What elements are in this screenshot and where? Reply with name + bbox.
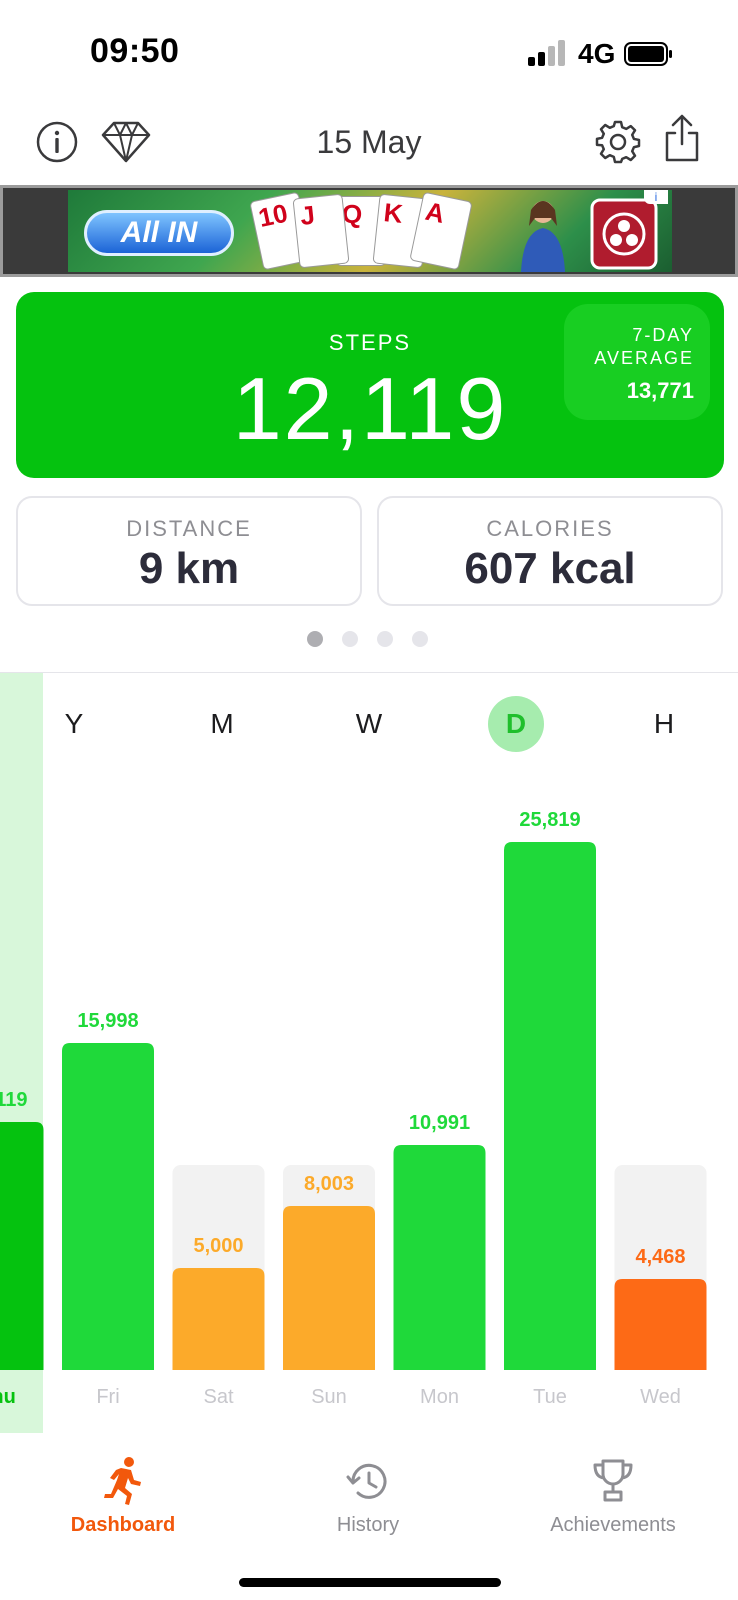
nav-dashboard[interactable]: Dashboard	[23, 1452, 223, 1548]
chart-bar	[614, 1279, 707, 1370]
day-label: Sat	[203, 1386, 233, 1408]
share-button[interactable]	[656, 112, 708, 164]
bar-value-label: 4,468	[635, 1246, 685, 1268]
chart-bar	[62, 1043, 154, 1370]
chart-bar	[172, 1268, 265, 1370]
page-dot[interactable]	[377, 631, 393, 647]
steps-chart[interactable]: 12,119 Thu 15,998 Fri 5,000 Sat 8,003 Sun 10,991…	[0, 673, 738, 1433]
running-person-icon	[104, 1457, 141, 1505]
ad-choices-icon[interactable]: i	[644, 190, 668, 204]
bar-value-label: 25,819	[519, 809, 580, 831]
tab-month[interactable]: M	[194, 696, 250, 752]
distance-card[interactable]: DISTANCE 9 km	[16, 496, 362, 606]
nav-achievements-label: Achievements	[550, 1514, 676, 1536]
chart-bar	[283, 1206, 375, 1370]
calories-value: 607 kcal	[464, 544, 636, 593]
page-dot[interactable]	[412, 631, 428, 647]
day-label: Sun	[311, 1386, 347, 1408]
signal-icon	[528, 40, 568, 66]
page-dot[interactable]	[342, 631, 358, 647]
ad-person-image	[521, 201, 565, 272]
distance-value: 9 km	[138, 544, 240, 593]
nav-history[interactable]: History	[268, 1452, 468, 1548]
day-label: Thu	[0, 1386, 16, 1408]
settings-button[interactable]	[592, 116, 644, 168]
home-indicator	[239, 1578, 501, 1587]
battery-icon	[624, 42, 672, 66]
tab-week[interactable]: W	[341, 696, 397, 752]
bar-value-label: 12,119	[0, 1089, 28, 1111]
nav-history-label: History	[336, 1514, 400, 1536]
ad-app-logo	[590, 198, 658, 270]
chart-bar	[393, 1145, 486, 1370]
nav-dashboard-label: Dashboard	[70, 1514, 176, 1536]
gear-icon	[595, 120, 641, 164]
network-type: 4G	[578, 38, 616, 69]
trophy-icon	[593, 1459, 633, 1502]
calories-label: CALORIES	[486, 516, 614, 541]
average-label-line2: AVERAGE	[594, 348, 694, 368]
distance-label: DISTANCE	[126, 516, 252, 541]
bar-value-label: 8,003	[304, 1173, 354, 1195]
ad-all-in-badge: All IN	[84, 210, 234, 256]
bar-value-label: 15,998	[77, 1010, 138, 1032]
page-dot[interactable]	[307, 631, 323, 647]
chart-bar	[0, 1122, 44, 1370]
day-label: Wed	[640, 1386, 681, 1408]
chart-bar	[504, 842, 596, 1370]
average-label-line1: 7-DAY	[632, 325, 694, 345]
tab-day[interactable]: D	[488, 696, 544, 752]
day-label: Fri	[96, 1386, 119, 1408]
page-indicator	[307, 631, 428, 647]
steps-card[interactable]: STEPS 12,119 7-DAY AVERAGE 13,771	[16, 292, 724, 478]
tab-hour[interactable]: H	[636, 696, 692, 752]
playing-card: J	[292, 193, 350, 269]
history-clock-icon	[346, 1463, 387, 1499]
day-label: Tue	[533, 1386, 567, 1408]
seven-day-average: 7-DAY AVERAGE 13,771	[564, 304, 710, 420]
average-value: 13,771	[626, 378, 694, 403]
bar-value-label: 5,000	[193, 1235, 243, 1257]
average-label: 7-DAY AVERAGE	[594, 324, 694, 370]
day-label: Mon	[420, 1386, 459, 1408]
nav-achievements[interactable]: Achievements	[513, 1452, 713, 1548]
tab-year[interactable]: Y	[46, 696, 102, 752]
calories-card[interactable]: CALORIES 607 kcal	[377, 496, 723, 606]
ad-banner[interactable]: All IN 10 J Q K A i	[0, 185, 738, 277]
steps-bar-chart: 12,119 Thu 15,998 Fri 5,000 Sat 8,003 Sun 10,991…	[0, 809, 707, 1408]
ad-creative[interactable]: All IN 10 J Q K A i	[68, 190, 672, 272]
status-time: 09:50	[90, 32, 180, 70]
bar-value-label: 10,991	[409, 1112, 470, 1134]
ad-playing-cards: 10 J Q K A	[249, 191, 473, 272]
share-icon	[665, 114, 699, 162]
